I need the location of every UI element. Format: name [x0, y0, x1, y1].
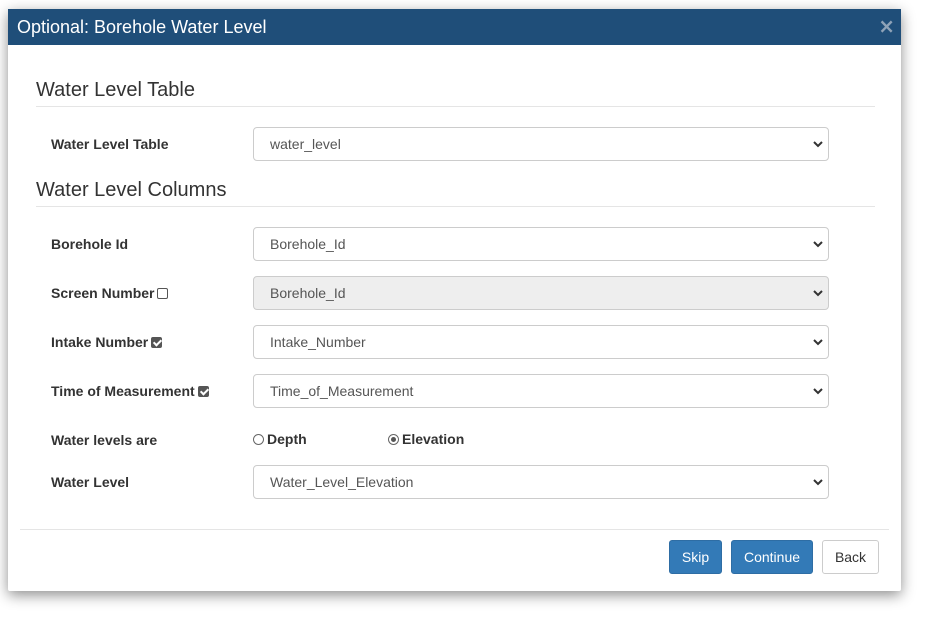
intake-number-label-text: Intake Number [51, 334, 149, 350]
borehole-id-label: Borehole Id [51, 236, 129, 252]
screen-number-label: Screen Number [51, 285, 169, 301]
radio-depth-button[interactable] [253, 434, 264, 445]
time-of-measurement-select[interactable]: Time_of_Measurement [253, 374, 829, 408]
water-level-table-select[interactable]: water_level [253, 127, 829, 161]
water-level-table-value: water_level [270, 136, 341, 152]
section-title-water-level-table: Water Level Table [36, 79, 195, 101]
chevron-down-icon [813, 241, 823, 248]
section-title-water-level-columns: Water Level Columns [36, 179, 227, 201]
water-level-value: Water_Level_Elevation [270, 474, 414, 490]
radio-depth[interactable]: Depth [253, 431, 307, 447]
chevron-down-icon [813, 479, 823, 486]
chevron-down-icon [813, 141, 823, 148]
dialog: Optional: Borehole Water Level × Water L… [8, 9, 901, 591]
section-divider [36, 106, 875, 107]
radio-elevation[interactable]: Elevation [388, 431, 464, 447]
chevron-down-icon [813, 388, 823, 395]
chevron-down-icon [813, 339, 823, 346]
screen-number-checkbox[interactable] [157, 288, 169, 299]
borehole-id-value: Borehole_Id [270, 236, 346, 252]
time-of-measurement-checkbox[interactable] [197, 386, 209, 397]
chevron-down-icon [813, 290, 823, 297]
screen-number-select: Borehole_Id [253, 276, 829, 310]
time-of-measurement-label-text: Time of Measurement [51, 383, 195, 399]
dialog-title: Optional: Borehole Water Level [17, 17, 267, 37]
intake-number-label: Intake Number [51, 334, 163, 350]
time-of-measurement-label: Time of Measurement [51, 383, 209, 399]
time-of-measurement-value: Time_of_Measurement [270, 383, 414, 399]
water-levels-are-label: Water levels are [51, 432, 158, 448]
back-button[interactable]: Back [822, 540, 879, 574]
dialog-header: Optional: Borehole Water Level × [8, 9, 901, 45]
section-divider [36, 206, 875, 207]
water-level-table-label: Water Level Table [51, 136, 169, 152]
close-icon[interactable]: × [878, 15, 895, 37]
water-level-select[interactable]: Water_Level_Elevation [253, 465, 829, 499]
skip-button[interactable]: Skip [669, 540, 722, 574]
radio-depth-label: Depth [267, 431, 307, 447]
screen-number-value: Borehole_Id [270, 285, 346, 301]
intake-number-value: Intake_Number [270, 334, 366, 350]
radio-elevation-button[interactable] [388, 434, 399, 445]
radio-elevation-label: Elevation [402, 431, 465, 447]
footer-divider [20, 529, 889, 530]
intake-number-checkbox[interactable] [151, 337, 163, 348]
water-level-label: Water Level [51, 474, 130, 490]
screen-number-label-text: Screen Number [51, 285, 155, 301]
borehole-id-select[interactable]: Borehole_Id [253, 227, 829, 261]
intake-number-select[interactable]: Intake_Number [253, 325, 829, 359]
continue-button[interactable]: Continue [731, 540, 813, 574]
